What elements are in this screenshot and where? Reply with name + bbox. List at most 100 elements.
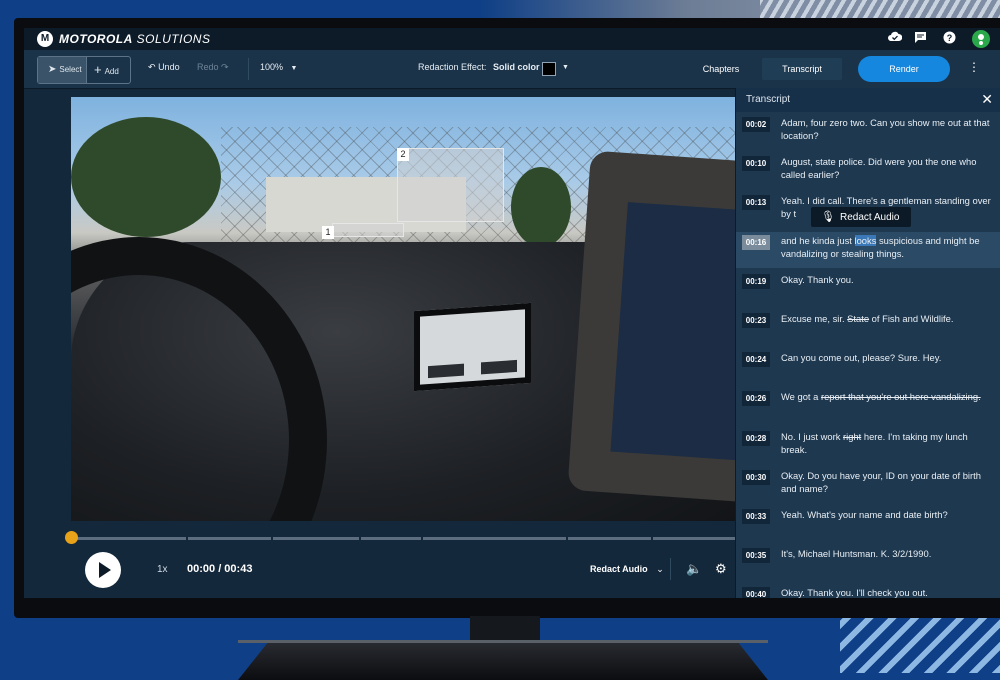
transcript-row[interactable]: 00:10 August, state police. Did were you … [736,153,1000,189]
tab-transcript[interactable]: Transcript [762,58,842,80]
chevron-down-icon: ▼ [290,65,298,72]
timeline-scrubber[interactable] [71,536,735,541]
tooltip-label: Redact Audio [839,212,900,223]
redact-audio-dropdown[interactable]: Redact Audio ⌄ [590,564,664,575]
transcript-row[interactable]: 00:30 Okay. Do you have your, ID on your … [736,467,1000,503]
more-options-icon[interactable]: ⋮ [968,60,980,74]
transcript-timestamp[interactable]: 00:35 [742,548,770,564]
transcript-timestamp[interactable]: 00:13 [742,195,770,211]
plus-icon: + [94,62,102,77]
transcript-row[interactable]: 00:33 Yeah. What's your name and date bir… [736,506,1000,542]
transcript-timestamp[interactable]: 00:16 [742,234,770,250]
transcript-text[interactable]: Okay. Do you have your, ID on your date … [781,469,993,495]
help-icon[interactable]: ? [941,31,957,47]
add-label: Add [104,67,119,76]
volume-icon[interactable]: 🔈 [686,561,702,577]
transcript-text[interactable]: Okay. Thank you. I'll check you out. [781,586,993,598]
close-icon[interactable]: ✕ [981,91,993,108]
transcript-header: Transcript ✕ [736,88,1000,112]
render-button[interactable]: Render [858,56,950,82]
transcript-text[interactable]: August, state police. Did were you the o… [781,155,993,181]
chapter-marker [421,536,423,541]
transcript-text-part: and he kinda just [781,234,855,246]
color-chevron-down-icon[interactable]: ▼ [562,64,569,71]
mic-off-icon: 🎙 [821,211,835,223]
transcript-text-part: Excuse me, sir. [781,313,848,324]
transcript-timestamp[interactable]: 00:24 [742,352,770,368]
add-button[interactable]: + Add [87,57,130,83]
transcript-timestamp[interactable]: 00:19 [742,273,770,289]
playback-speed[interactable]: 1x [157,564,168,575]
redaction-box-1[interactable] [332,223,404,237]
redo-label: Redo [197,62,219,72]
transcript-timestamp[interactable]: 00:33 [742,509,770,524]
redaction-effect-label: Redaction Effect: [418,62,487,72]
cloud-check-icon[interactable] [887,31,903,47]
video-dash-button [481,359,517,375]
transcript-title: Transcript [746,94,791,105]
transcript-row[interactable]: 00:26 We got a report that you're out her… [736,388,1000,424]
user-avatar-icon[interactable] [972,30,990,48]
toolbar-divider [248,58,249,80]
redo-button[interactable]: Redo ↷ [197,62,229,73]
redaction-effect-value[interactable]: Solid color [493,62,540,72]
zoom-dropdown[interactable]: 100% ▼ [260,62,297,72]
transcript-redacted-text[interactable]: State [847,313,869,324]
redaction-label-2: 2 [397,148,409,161]
chapter-marker [186,536,188,541]
transcript-redacted-text[interactable]: report that you're out here vandalizing. [821,391,981,402]
transcript-text[interactable]: It's, Michael Huntsman. K. 3/2/1990. [781,547,993,560]
redact-audio-tooltip[interactable]: 🎙 Redact Audio [811,207,911,227]
chapter-marker [651,536,653,541]
transcript-row[interactable]: 00:28 No. I just work right here. I'm tak… [736,428,1000,464]
transcript-row[interactable]: 00:16 and he kinda just looks suspicious … [736,231,1000,268]
transcript-timestamp[interactable]: 00:10 [742,156,770,172]
select-add-toggle: ➤ Select + Add [37,56,131,84]
transcript-text[interactable]: No. I just work right here. I'm taking m… [781,430,993,456]
svg-text:?: ? [946,33,952,43]
play-icon[interactable] [85,552,121,588]
transcript-text[interactable]: We got a report that you're out here van… [781,390,993,403]
select-button[interactable]: ➤ Select [38,57,87,83]
transcript-text[interactable]: Can you come out, please? Sure. Hey. [781,351,993,364]
tab-chapters[interactable]: Chapters [694,58,748,80]
timeline-handle[interactable] [65,531,78,544]
transcript-timestamp[interactable]: 00:30 [742,469,770,485]
transcript-text[interactable]: Adam, four zero two. Can you show me out… [781,116,993,142]
video-dash-button [428,363,464,379]
transcript-row[interactable]: 00:35 It's, Michael Huntsman. K. 3/2/1990… [736,545,1000,581]
transcript-row[interactable]: 00:40 Okay. Thank you. I'll check you out… [736,584,1000,598]
transcript-text[interactable]: Okay. Thank you. [781,273,993,286]
transcript-timestamp[interactable]: 00:23 [742,313,770,328]
motorola-logo-icon: M [37,31,53,47]
transcript-row[interactable]: 00:23 Excuse me, sir. State of Fish and W… [736,310,1000,346]
zoom-value: 100% [260,62,284,72]
video-frame[interactable]: 1 2 [71,97,735,521]
monitor-stand-shine [238,640,768,643]
brand-light: SOLUTIONS [136,32,211,46]
redaction-color-swatch[interactable] [542,62,556,76]
transcript-text[interactable]: and he kinda just looks suspicious and m… [781,234,993,260]
transcript-timestamp[interactable]: 00:28 [742,430,770,446]
gear-icon[interactable]: ⚙ [715,561,727,577]
transcript-timestamp[interactable]: 00:02 [742,117,770,132]
transcript-row[interactable]: 00:19 Okay. Thank you. [736,271,1000,307]
video-dash-screen [414,302,531,392]
transcript-text[interactable]: Excuse me, sir. State of Fish and Wildli… [781,312,993,325]
transcript-highlighted-word[interactable]: looks [854,234,877,246]
video-tablet-screen [610,202,735,462]
transcript-text-part: of Fish and Wildlife. [869,313,954,324]
transcript-row[interactable]: 00:24 Can you come out, please? Sure. Hey… [736,349,1000,385]
transcript-timestamp[interactable]: 00:40 [742,587,770,598]
redaction-box-2[interactable] [397,148,504,222]
transcript-row[interactable]: 00:02 Adam, four zero two. Can you show m… [736,114,1000,150]
undo-button[interactable]: ↶ Undo [148,62,180,73]
comment-icon[interactable] [912,31,928,47]
video-tree-right [511,167,571,247]
transcript-text[interactable]: Yeah. What's your name and date birth? [781,508,993,521]
player-divider [670,558,671,580]
chapter-marker [566,536,568,541]
transcript-redacted-text[interactable]: right [843,431,861,442]
transcript-timestamp[interactable]: 00:26 [742,391,770,407]
chevron-down-icon: ⌄ [656,564,664,574]
